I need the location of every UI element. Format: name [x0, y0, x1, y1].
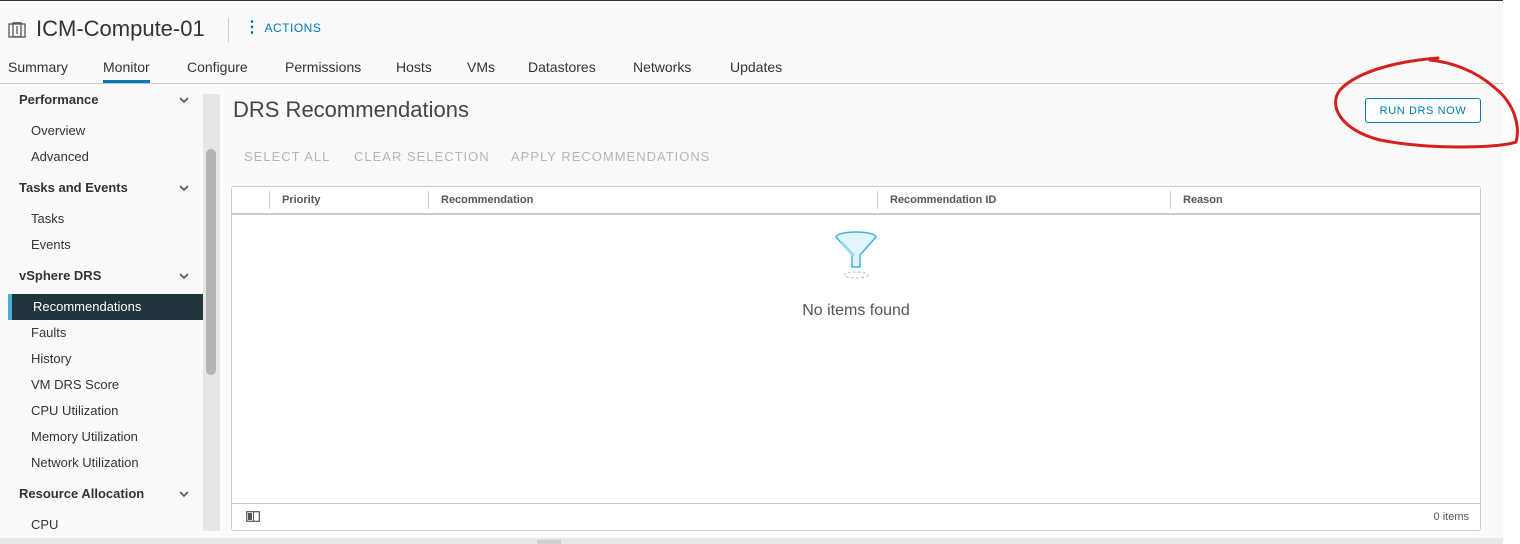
column-divider[interactable] — [1170, 191, 1171, 209]
chevron-down-icon[interactable] — [178, 94, 190, 106]
object-header: ICM-Compute-01 ⋮ ACTIONS Summary Monitor… — [0, 1, 1503, 84]
tab-configure[interactable]: Configure — [187, 59, 248, 75]
tab-vms[interactable]: VMs — [467, 59, 495, 75]
tab-summary[interactable]: Summary — [8, 59, 68, 75]
run-drs-now-button[interactable]: RUN DRS NOW — [1365, 98, 1481, 123]
column-divider[interactable] — [877, 191, 878, 209]
column-recommendation[interactable]: Recommendation — [441, 194, 533, 206]
sidebar-item-vm-drs-score[interactable]: VM DRS Score — [31, 377, 119, 392]
sidebar-item-cpu-utilization[interactable]: CPU Utilization — [31, 403, 118, 418]
tab-permissions[interactable]: Permissions — [285, 59, 361, 75]
sidebar-item-history[interactable]: History — [31, 351, 71, 366]
sidebar-item-recommendations[interactable]: Recommendations — [8, 294, 203, 320]
vertical-dots-icon: ⋮ — [244, 19, 261, 36]
item-count: 0 items — [1433, 511, 1469, 523]
section-tasks-and-events[interactable]: Tasks and Events — [19, 180, 128, 195]
chevron-down-icon[interactable] — [178, 182, 190, 194]
resize-handle[interactable] — [537, 540, 561, 544]
header-divider — [228, 18, 229, 42]
tab-networks[interactable]: Networks — [633, 59, 691, 75]
sidebar-item-tasks[interactable]: Tasks — [31, 211, 64, 226]
column-divider[interactable] — [269, 191, 270, 209]
column-toggle-icon[interactable] — [246, 511, 260, 522]
tab-updates[interactable]: Updates — [730, 59, 782, 75]
tab-datastores[interactable]: Datastores — [528, 59, 596, 75]
sidebar-item-overview[interactable]: Overview — [31, 123, 85, 138]
apply-recommendations-button[interactable]: APPLY RECOMMENDATIONS — [511, 149, 710, 164]
filter-funnel-icon — [835, 231, 877, 279]
actions-label: ACTIONS — [264, 21, 322, 35]
chevron-down-icon[interactable] — [178, 488, 190, 500]
select-all-button[interactable]: SELECT ALL — [244, 149, 330, 164]
page-title: DRS Recommendations — [233, 97, 469, 122]
app-window: ICM-Compute-01 ⋮ ACTIONS Summary Monitor… — [0, 0, 1503, 544]
sidebar-item-advanced[interactable]: Advanced — [31, 149, 89, 164]
monitor-sidebar: Performance Overview Advanced Tasks and … — [0, 84, 220, 532]
empty-state-message: No items found — [802, 302, 910, 319]
section-resource-allocation[interactable]: Resource Allocation — [19, 486, 144, 501]
tab-hosts[interactable]: Hosts — [396, 59, 432, 75]
tab-monitor[interactable]: Monitor — [103, 59, 150, 83]
sidebar-item-events[interactable]: Events — [31, 237, 71, 252]
sidebar-item-memory-utilization[interactable]: Memory Utilization — [31, 429, 138, 444]
sidebar-scrollbar-thumb[interactable] — [206, 149, 216, 375]
recommendations-grid: Priority Recommendation Recommendation I… — [231, 186, 1481, 531]
object-title: ICM-Compute-01 — [36, 16, 205, 41]
sidebar-item-cpu[interactable]: CPU — [31, 517, 58, 532]
sidebar-item-faults[interactable]: Faults — [31, 325, 66, 340]
column-priority[interactable]: Priority — [282, 194, 321, 206]
sidebar-item-network-utilization[interactable]: Network Utilization — [31, 455, 139, 470]
column-divider[interactable] — [428, 191, 429, 209]
column-recommendation-id[interactable]: Recommendation ID — [890, 194, 996, 206]
section-vsphere-drs[interactable]: vSphere DRS — [19, 268, 101, 283]
actions-menu-button[interactable]: ⋮ ACTIONS — [244, 19, 322, 36]
clear-selection-button[interactable]: CLEAR SELECTION — [354, 149, 490, 164]
grid-header: Priority Recommendation Recommendation I… — [232, 187, 1480, 215]
chevron-down-icon[interactable] — [178, 270, 190, 282]
bottom-panel-divider[interactable] — [0, 538, 1503, 544]
cluster-icon — [8, 22, 26, 38]
grid-footer: 0 items — [232, 503, 1480, 530]
section-performance[interactable]: Performance — [19, 92, 98, 107]
column-reason[interactable]: Reason — [1183, 194, 1223, 206]
